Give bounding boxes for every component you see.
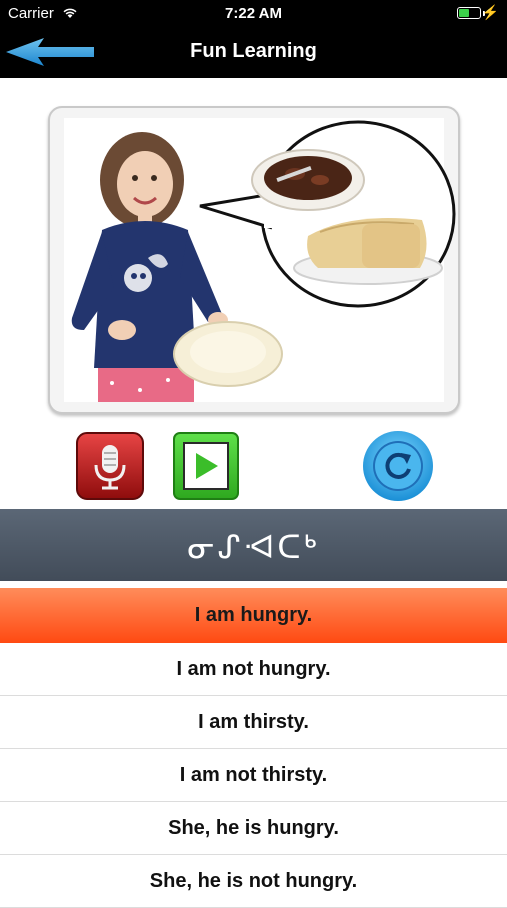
phrase-row[interactable]: I am not thirsty. <box>0 749 507 802</box>
status-bar: Carrier 7:22 AM ⚡ <box>0 0 507 28</box>
play-button[interactable] <box>172 431 240 501</box>
microphone-icon <box>76 432 144 500</box>
phrase-row-selected[interactable]: I am hungry. <box>0 588 507 643</box>
charging-bolt-icon: ⚡ <box>481 4 499 20</box>
illustration-card <box>48 106 460 414</box>
syllabics-phrase-banner: ᓂᔑᐗᑕᒃ <box>0 509 507 581</box>
phrase-row[interactable]: I am thirsty. <box>0 696 507 749</box>
record-button[interactable] <box>75 431 145 501</box>
phrase-row[interactable]: She, he is not hungry. <box>0 855 507 908</box>
replay-button[interactable] <box>361 429 435 503</box>
stew-bowl <box>251 149 365 211</box>
play-icon <box>173 432 239 500</box>
clock: 7:22 AM <box>225 5 282 22</box>
illustration-image <box>64 118 456 402</box>
page-title: Fun Learning <box>190 40 317 62</box>
phrase-row[interactable]: I am not hungry. <box>0 643 507 696</box>
phrase-list: I am hungry. I am not hungry. I am thirs… <box>0 588 507 908</box>
phrase-row[interactable]: She, he is hungry. <box>0 802 507 855</box>
top-bar: Carrier 7:22 AM ⚡ Fun Learning <box>0 0 507 78</box>
replay-icon <box>363 431 433 501</box>
battery-icon <box>457 7 481 19</box>
